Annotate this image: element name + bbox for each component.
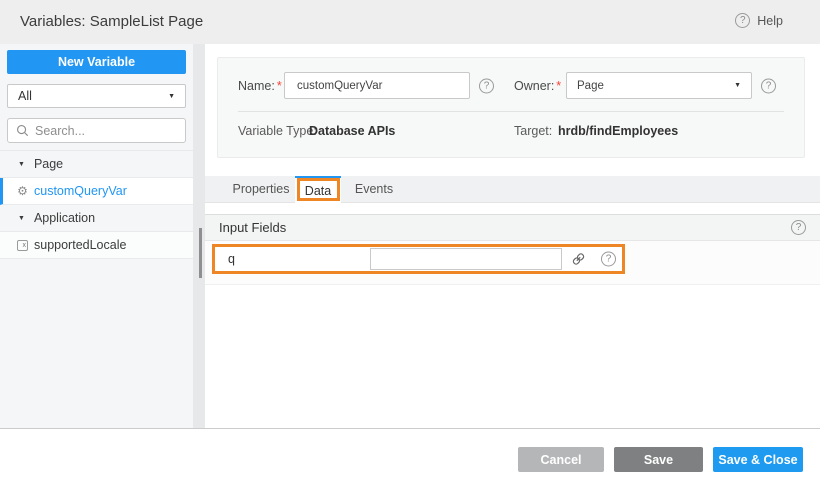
save-button[interactable]: Save (614, 447, 703, 472)
help-label: Help (757, 14, 783, 28)
owner-value: Page (577, 80, 604, 92)
tab-events[interactable]: Events (345, 176, 403, 203)
name-field[interactable] (284, 72, 470, 99)
tree-item-label: customQueryVar (34, 184, 127, 198)
tree-group-application[interactable]: ▼ Application (0, 205, 193, 232)
chevron-down-icon: ▼ (168, 93, 175, 100)
variable-filter-value: All (18, 89, 32, 103)
tree-item-customqueryvar[interactable]: ⚙ customQueryVar (0, 178, 193, 205)
owner-help-icon[interactable]: ? (761, 79, 776, 94)
variable-search[interactable] (7, 118, 186, 143)
target-value: hrdb/findEmployees (558, 124, 678, 138)
input-fields-body: q ? (205, 241, 820, 285)
variable-type-label: Variable Type: (238, 124, 317, 138)
tree-collapse-icon: ▼ (18, 161, 25, 168)
input-field-row-highlight-annotation: q ? (212, 244, 625, 274)
dialog-footer: Cancel Save Save & Close (0, 429, 820, 489)
tree-item-supportedlocale[interactable]: x supportedLocale (0, 232, 193, 259)
name-help-icon[interactable]: ? (479, 79, 494, 94)
required-asterisk: * (277, 79, 282, 93)
detail-tabbar: Properties Data Events (205, 176, 820, 203)
input-fields-section: Input Fields ? q ? (205, 214, 820, 285)
locale-icon: x (16, 240, 29, 251)
field-help-icon[interactable]: ? (601, 252, 616, 267)
variable-filter-select[interactable]: All ▼ (7, 84, 186, 108)
tree-group-label: Page (34, 157, 63, 171)
required-asterisk: * (556, 79, 561, 93)
search-icon (16, 124, 29, 137)
tree-collapse-icon: ▼ (18, 215, 25, 222)
help-link[interactable]: ? Help (735, 13, 783, 28)
input-fields-title: Input Fields (219, 220, 286, 235)
owner-select[interactable]: Page ▼ (566, 72, 752, 99)
tree-group-label: Application (34, 211, 95, 225)
owner-label: Owner:* (514, 79, 561, 93)
scrollbar-thumb[interactable] (199, 228, 202, 278)
variable-type-value: Database APIs (309, 124, 395, 138)
help-icon: ? (735, 13, 750, 28)
panel-divider (238, 111, 784, 112)
save-and-close-button[interactable]: Save & Close (713, 447, 803, 472)
bind-link-icon[interactable] (571, 252, 586, 267)
new-variable-button[interactable]: New Variable (7, 50, 186, 74)
variable-tree: ▼ Page ⚙ customQueryVar ▼ Application x … (0, 150, 193, 259)
sidebar-scrollbar[interactable] (193, 44, 205, 429)
input-fields-help-icon[interactable]: ? (791, 220, 806, 235)
chevron-down-icon: ▼ (734, 82, 741, 89)
tree-item-label: supportedLocale (34, 238, 126, 252)
tab-properties[interactable]: Properties (225, 176, 297, 203)
field-q-value-input[interactable] (370, 248, 562, 270)
field-name-label: q (228, 252, 235, 266)
dialog-header: Variables: SampleList Page ? Help (0, 0, 820, 44)
input-fields-header: Input Fields ? (205, 214, 820, 241)
search-input[interactable] (35, 124, 165, 138)
variable-summary-panel: Name:* ? Owner:* Page ▼ ? Variable Type:… (217, 57, 805, 158)
tree-group-page[interactable]: ▼ Page (0, 151, 193, 178)
service-variable-gear-icon: ⚙ (16, 185, 29, 197)
page-title: Variables: SampleList Page (20, 13, 203, 30)
cancel-button[interactable]: Cancel (518, 447, 604, 472)
variable-detail-pane: Name:* ? Owner:* Page ▼ ? Variable Type:… (205, 44, 820, 429)
name-label: Name:* (238, 79, 282, 93)
tab-data[interactable]: Data (295, 176, 341, 203)
variables-sidebar: New Variable All ▼ ▼ Page ⚙ customQueryV… (0, 44, 193, 429)
target-label: Target: (514, 124, 552, 138)
